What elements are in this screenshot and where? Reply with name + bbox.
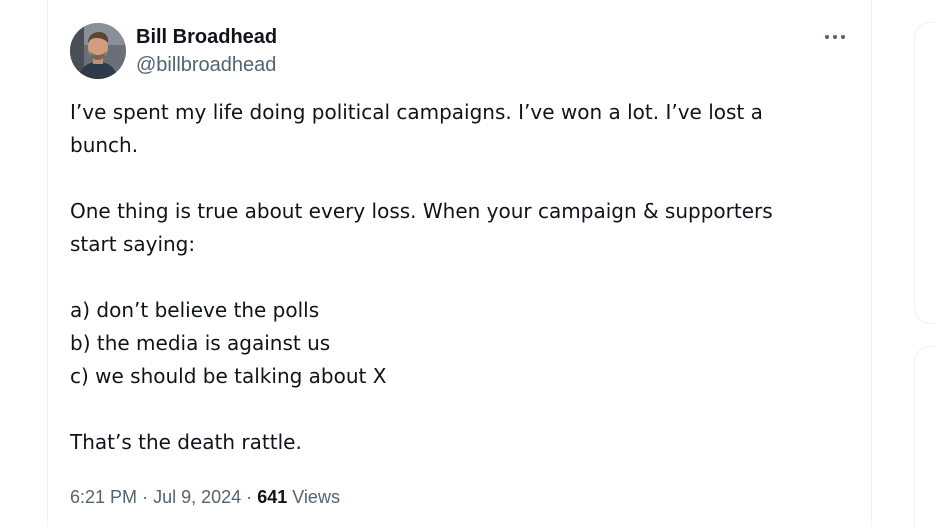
meta-separator: · — [142, 487, 149, 507]
column-divider-right — [871, 0, 872, 527]
sidebar-card-top — [914, 22, 936, 324]
author-display-name[interactable]: Bill Broadhead — [136, 24, 277, 50]
tweet-time: 6:21 PM — [70, 487, 138, 507]
avatar[interactable] — [70, 23, 126, 79]
tweet-timestamp[interactable]: 6:21 PM · Jul 9, 2024 — [70, 487, 241, 507]
tweet-text-line: c) we should be talking about X — [70, 364, 387, 388]
ellipsis-icon — [825, 35, 845, 39]
tweet: Bill Broadhead @billbroadhead I’ve spent… — [48, 0, 871, 527]
tweet-text-line: start saying: — [70, 232, 196, 256]
author-handle[interactable]: @billbroadhead — [136, 52, 276, 78]
tweet-date: Jul 9, 2024 — [153, 487, 242, 507]
tweet-metadata: 6:21 PM · Jul 9, 2024 · 641 Views — [70, 482, 340, 512]
tweet-text-line: b) the media is against us — [70, 331, 331, 355]
more-options-button[interactable] — [822, 24, 848, 50]
tweet-text-line: I’ve spent my life doing political campa… — [70, 100, 763, 124]
meta-separator: · — [246, 487, 253, 507]
tweet-text-line: bunch. — [70, 133, 139, 157]
tweet-text-line: That’s the death rattle. — [70, 430, 302, 454]
avatar-image — [70, 23, 126, 79]
page: Bill Broadhead @billbroadhead I’ve spent… — [0, 0, 936, 527]
tweet-text: I’ve spent my life doing political campa… — [70, 96, 850, 459]
tweet-text-line: One thing is true about every loss. When… — [70, 199, 773, 223]
tweet-text-line: a) don’t believe the polls — [70, 298, 320, 322]
sidebar-card-bottom — [914, 346, 936, 527]
views-count: 641 — [257, 487, 288, 507]
views-label: Views — [292, 487, 340, 507]
